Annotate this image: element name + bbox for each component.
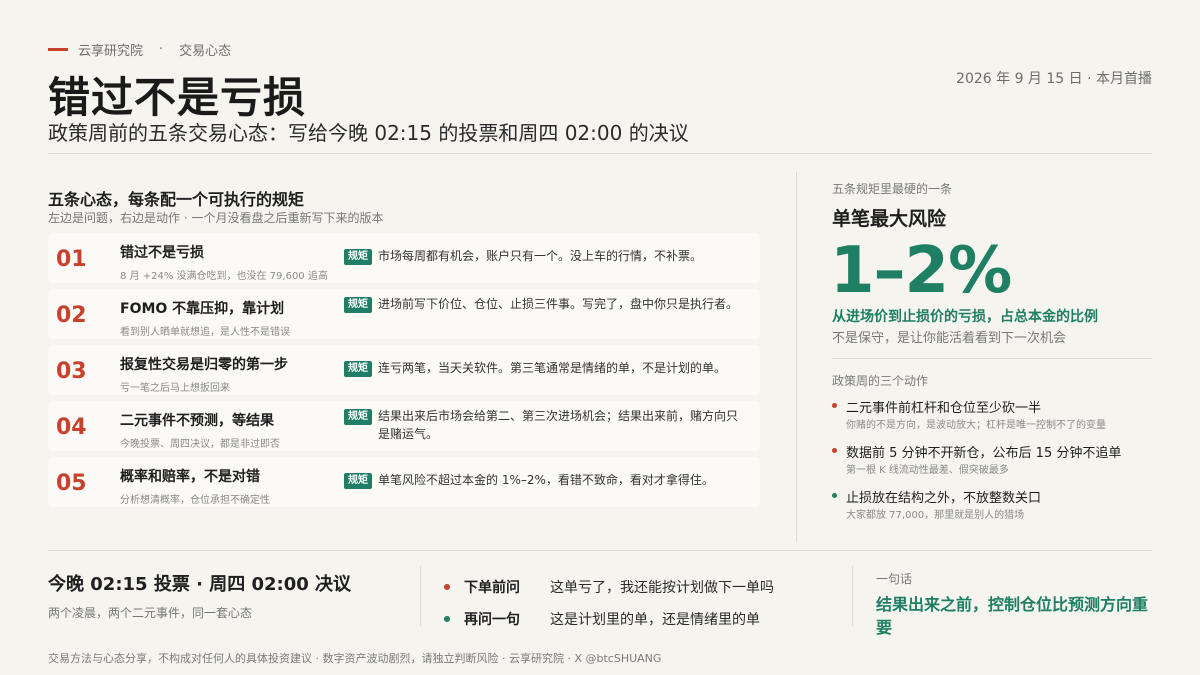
one-liner-text: 结果出来之前，控制仓位比预测方向重要	[876, 595, 1149, 637]
publish-date: 2026 年 9 月 15 日 · 本月首播	[956, 71, 1152, 87]
header-divider	[48, 153, 1152, 154]
mindset-heading: 错过不是亏损	[120, 245, 204, 261]
bullet-icon	[444, 616, 450, 622]
rule-text: 单笔风险不超过本金的 1%–2%，看错不致命，看对才拿得住。	[378, 473, 714, 487]
bottom-divider-2	[852, 566, 853, 626]
page-title: 错过不是亏损	[48, 73, 307, 122]
column-divider	[796, 172, 797, 542]
question-key: 下单前问	[464, 580, 520, 596]
action-detail: 你赌的不是方向，是波动放大；杠杆是唯一控制不了的变量	[846, 420, 1106, 431]
bullet-icon	[832, 403, 837, 408]
max-risk-note: 不是保守，是让你能活着看到下一次机会	[832, 331, 1067, 346]
question-key: 再问一句	[464, 612, 520, 628]
rule-text: 市场每周都有机会，账户只有一个。没上车的行情，不补票。	[378, 249, 703, 263]
rule-badge: 规矩	[344, 409, 372, 425]
rule-text: 连亏两笔，当天关软件。第三笔通常是情绪的单，不是计划的单。	[378, 361, 727, 375]
action-detail: 大家都放 77,000，那里就是别人的猎场	[846, 510, 1025, 521]
mindset-number: 02	[56, 303, 87, 328]
brand-name: 云享研究院	[78, 44, 144, 59]
brand-accent-bar	[48, 48, 68, 51]
mindset-number: 04	[56, 415, 87, 440]
hardest-rule-label: 五条规矩里最硬的一条	[832, 182, 953, 196]
rule-badge: 规矩	[344, 249, 372, 265]
action-heading: 止损放在结构之外，不放整数关口	[846, 491, 1042, 506]
rule-badge: 规矩	[344, 473, 372, 489]
question-text: 这是计划里的单，还是情绪里的单	[550, 612, 760, 628]
bottom-divider	[48, 550, 1152, 551]
bottom-divider-1	[420, 566, 421, 626]
mindset-list: 01 错过不是亏损 8 月 +24% 没满仓吃到，也没在 79,600 追高 规…	[48, 233, 760, 513]
mindset-section-title: 五条心态，每条配一个可执行的规矩	[48, 190, 305, 209]
mindset-number: 03	[56, 359, 87, 384]
bullet-icon	[832, 448, 837, 453]
hardest-rule-heading: 单笔最大风险	[832, 208, 947, 230]
events-title: 今晚 02:15 投票 · 周四 02:00 决议	[48, 574, 352, 595]
mindset-heading: 报复性交易是归零的第一步	[120, 357, 288, 373]
mindset-detail: 亏一笔之后马上想扳回来	[120, 383, 230, 394]
rule-text: 结果出来后市场会给第二、第三次进场机会；结果出来前，赌方向只是赌运气。	[378, 409, 739, 441]
mindset-detail: 8 月 +24% 没满仓吃到，也没在 79,600 追高	[120, 271, 328, 282]
rule-text: 进场前写下价位、仓位、止损三件事。写完了，盘中你只是执行者。	[378, 297, 739, 311]
action-item: 数据前 5 分钟不开新仓，公布后 15 分钟不追单 第一根 K 线流动性最差、假…	[832, 442, 1152, 478]
mindset-detail: 今晚投票、周四决议，都是非过即否	[120, 439, 280, 450]
bullet-icon	[832, 493, 837, 498]
max-risk-description: 从进场价到止损价的亏损，占总本金的比例	[832, 309, 1098, 325]
mindset-row: 01 错过不是亏损 8 月 +24% 没满仓吃到，也没在 79,600 追高 规…	[48, 233, 760, 283]
rule-badge: 规矩	[344, 361, 372, 377]
policy-actions-list: 二元事件前杠杆和仓位至少砍一半 你赌的不是方向，是波动放大；杠杆是唯一控制不了的…	[832, 397, 1152, 532]
action-heading: 数据前 5 分钟不开新仓，公布后 15 分钟不追单	[846, 446, 1122, 461]
mindset-row: 02 FOMO 不靠压抑，靠计划 看到别人晒单就想追，是人性不是错误 规矩 进场…	[48, 289, 760, 339]
mindset-number: 01	[56, 247, 87, 272]
page-subtitle: 政策周前的五条交易心态：写给今晚 02:15 的投票和周四 02:00 的决议	[48, 121, 689, 145]
bullet-icon	[444, 584, 450, 590]
mindset-row: 05 概率和赔率，不是对错 分析想清概率，仓位承担不确定性 规矩 单笔风险不超过…	[48, 457, 760, 507]
action-item: 止损放在结构之外，不放整数关口 大家都放 77,000，那里就是别人的猎场	[832, 487, 1152, 523]
question-row: 下单前问 这单亏了，我还能按计划做下一单吗	[444, 577, 774, 597]
mindset-detail: 分析想清概率，仓位承担不确定性	[120, 495, 270, 506]
action-heading: 二元事件前杠杆和仓位至少砍一半	[846, 401, 1042, 416]
action-detail: 第一根 K 线流动性最差、假突破最多	[846, 465, 1009, 476]
brand-line: 云享研究院 · 交易心态	[48, 40, 231, 59]
mindset-section-subtitle: 左边是问题，右边是动作 · 一个月没看盘之后重新写下来的版本	[48, 211, 384, 225]
mindset-number: 05	[56, 471, 87, 496]
action-item: 二元事件前杠杆和仓位至少砍一半 你赌的不是方向，是波动放大；杠杆是唯一控制不了的…	[832, 397, 1152, 433]
question-text: 这单亏了，我还能按计划做下一单吗	[550, 580, 774, 596]
brand-separator: ·	[159, 42, 164, 57]
brand-section: 交易心态	[179, 44, 232, 59]
max-risk-figure: 1–2%	[830, 234, 1012, 308]
mindset-heading: 二元事件不预测，等结果	[120, 413, 274, 429]
events-subtitle: 两个凌晨，两个二元事件，同一套心态	[48, 606, 253, 620]
mindset-row: 03 报复性交易是归零的第一步 亏一笔之后马上想扳回来 规矩 连亏两笔，当天关软…	[48, 345, 760, 395]
mindset-heading: FOMO 不靠压抑，靠计划	[120, 301, 285, 317]
rule-badge: 规矩	[344, 297, 372, 313]
mindset-row: 04 二元事件不预测，等结果 今晚投票、周四决议，都是非过即否 规矩 结果出来后…	[48, 401, 760, 451]
mindset-detail: 看到别人晒单就想追，是人性不是错误	[120, 327, 290, 338]
mindset-heading: 概率和赔率，不是对错	[120, 469, 260, 485]
question-row: 再问一句 这是计划里的单，还是情绪里的单	[444, 609, 760, 629]
disclaimer-footer: 交易方法与心态分享，不构成对任何人的具体投资建议 · 数字资产波动剧烈，请独立判…	[48, 652, 662, 665]
actions-label: 政策周的三个动作	[832, 374, 929, 388]
one-liner-label: 一句话	[876, 572, 913, 586]
right-divider	[832, 358, 1152, 359]
